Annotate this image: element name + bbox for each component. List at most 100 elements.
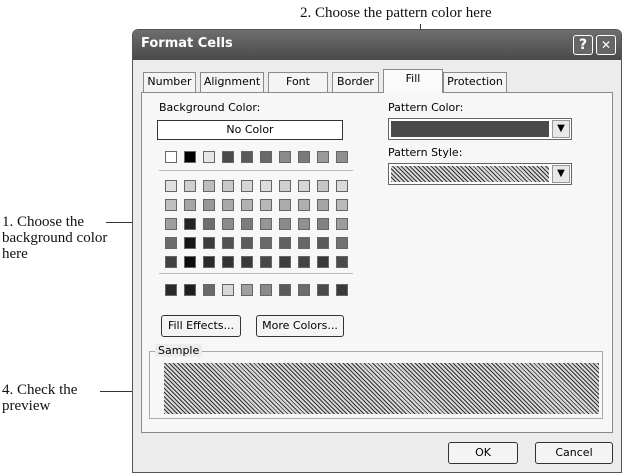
palette-swatch[interactable] <box>260 180 272 192</box>
format-cells-dialog: Format Cells ? ✕ Number Alignment Font B… <box>132 29 622 473</box>
annotation-preview-line2: preview <box>2 398 51 414</box>
palette-swatch[interactable] <box>203 218 215 230</box>
palette-swatch[interactable] <box>184 180 196 192</box>
annotation-background-line3: here <box>2 246 28 262</box>
palette-swatch[interactable] <box>203 199 215 211</box>
annotation-preview-line1: 4. Check the <box>2 382 78 398</box>
pattern-color-dropdown[interactable]: ▼ <box>388 118 572 140</box>
palette-swatch[interactable] <box>260 256 272 268</box>
palette-swatch[interactable] <box>336 256 348 268</box>
palette-swatch[interactable] <box>336 180 348 192</box>
palette-swatch[interactable] <box>298 151 310 163</box>
close-button[interactable]: ✕ <box>596 35 616 55</box>
palette-swatch[interactable] <box>184 284 196 296</box>
pattern-color-label: Pattern Color: <box>388 101 464 114</box>
palette-swatch[interactable] <box>298 284 310 296</box>
palette-swatch[interactable] <box>336 151 348 163</box>
palette-swatch[interactable] <box>165 284 177 296</box>
palette-swatch[interactable] <box>203 151 215 163</box>
palette-swatch[interactable] <box>260 199 272 211</box>
background-color-label: Background Color: <box>159 101 261 114</box>
annotation-pattern-color: 2. Choose the pattern color here <box>300 5 492 21</box>
palette-swatch[interactable] <box>203 237 215 249</box>
palette-swatch[interactable] <box>222 151 234 163</box>
palette-swatch[interactable] <box>165 151 177 163</box>
pattern-style-label: Pattern Style: <box>388 146 463 159</box>
cancel-button[interactable]: Cancel <box>535 442 613 464</box>
palette-swatch[interactable] <box>279 151 291 163</box>
fill-effects-button[interactable]: Fill Effects... <box>161 315 241 337</box>
palette-swatch[interactable] <box>222 256 234 268</box>
palette-swatch[interactable] <box>260 151 272 163</box>
more-colors-button[interactable]: More Colors... <box>256 315 344 337</box>
palette-swatch[interactable] <box>317 180 329 192</box>
palette-swatch[interactable] <box>165 218 177 230</box>
palette-swatch[interactable] <box>222 284 234 296</box>
palette-swatch[interactable] <box>317 256 329 268</box>
palette-swatch[interactable] <box>260 284 272 296</box>
palette-swatch[interactable] <box>241 256 253 268</box>
pattern-color-swatch <box>391 121 549 137</box>
palette-swatch[interactable] <box>203 284 215 296</box>
palette-swatch[interactable] <box>184 199 196 211</box>
tab-font[interactable]: Font <box>268 72 328 92</box>
palette-swatch[interactable] <box>279 256 291 268</box>
palette-swatch[interactable] <box>279 237 291 249</box>
palette-swatch[interactable] <box>336 237 348 249</box>
palette-swatch[interactable] <box>203 180 215 192</box>
palette-swatch[interactable] <box>165 199 177 211</box>
palette-swatch[interactable] <box>260 218 272 230</box>
palette-swatch[interactable] <box>336 218 348 230</box>
palette-swatch[interactable] <box>184 151 196 163</box>
palette-swatch[interactable] <box>279 218 291 230</box>
chevron-down-icon[interactable]: ▼ <box>552 165 570 183</box>
tab-number[interactable]: Number <box>143 72 196 92</box>
palette-swatch[interactable] <box>184 218 196 230</box>
pattern-style-dropdown[interactable]: ▼ <box>388 163 572 185</box>
tab-protection[interactable]: Protection <box>443 72 507 92</box>
palette-swatch[interactable] <box>317 218 329 230</box>
help-button[interactable]: ? <box>573 35 593 55</box>
annotation-background-line1: 1. Choose the <box>2 214 85 230</box>
palette-swatch[interactable] <box>241 180 253 192</box>
palette-swatch[interactable] <box>279 199 291 211</box>
palette-swatch[interactable] <box>279 180 291 192</box>
no-color-button[interactable]: No Color <box>157 120 343 140</box>
palette-swatch[interactable] <box>298 180 310 192</box>
palette-swatch[interactable] <box>317 151 329 163</box>
palette-swatch[interactable] <box>165 180 177 192</box>
palette-divider-bottom <box>159 273 353 274</box>
palette-swatch[interactable] <box>222 237 234 249</box>
tab-border[interactable]: Border <box>332 72 379 92</box>
palette-swatch[interactable] <box>203 256 215 268</box>
palette-swatch[interactable] <box>222 199 234 211</box>
palette-swatch[interactable] <box>317 284 329 296</box>
palette-swatch[interactable] <box>336 284 348 296</box>
palette-swatch[interactable] <box>298 199 310 211</box>
palette-swatch[interactable] <box>222 218 234 230</box>
palette-swatch[interactable] <box>241 151 253 163</box>
palette-swatch[interactable] <box>279 284 291 296</box>
palette-swatch[interactable] <box>336 199 348 211</box>
palette-swatch[interactable] <box>298 256 310 268</box>
palette-swatch[interactable] <box>222 180 234 192</box>
ok-button[interactable]: OK <box>448 442 518 464</box>
tab-alignment[interactable]: Alignment <box>200 72 264 92</box>
pattern-style-swatch <box>391 166 549 182</box>
palette-swatch[interactable] <box>298 218 310 230</box>
palette-swatch[interactable] <box>298 237 310 249</box>
palette-swatch[interactable] <box>184 256 196 268</box>
palette-swatch[interactable] <box>241 199 253 211</box>
palette-swatch[interactable] <box>165 237 177 249</box>
palette-divider-top <box>159 170 353 171</box>
palette-swatch[interactable] <box>317 237 329 249</box>
chevron-down-icon[interactable]: ▼ <box>552 120 570 138</box>
palette-swatch[interactable] <box>260 237 272 249</box>
tab-fill[interactable]: Fill <box>383 69 443 93</box>
palette-swatch[interactable] <box>317 199 329 211</box>
palette-swatch[interactable] <box>241 284 253 296</box>
palette-swatch[interactable] <box>184 237 196 249</box>
palette-swatch[interactable] <box>165 256 177 268</box>
palette-swatch[interactable] <box>241 218 253 230</box>
palette-swatch[interactable] <box>241 237 253 249</box>
